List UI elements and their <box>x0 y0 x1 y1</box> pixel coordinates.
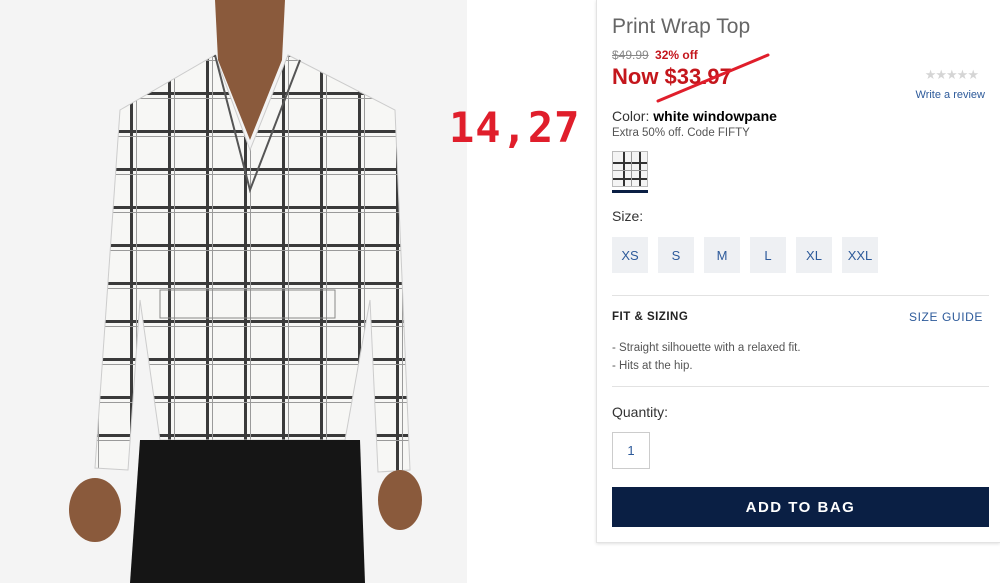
size-s-button[interactable]: S <box>658 237 694 273</box>
color-swatch[interactable] <box>612 151 648 187</box>
color-row: Color: white windowpane <box>612 108 777 124</box>
size-guide-link[interactable]: SIZE GUIDE <box>909 310 983 324</box>
add-to-bag-button[interactable]: ADD TO BAG <box>612 487 989 527</box>
fit-note: - Straight silhouette with a relaxed fit… <box>612 342 801 354</box>
write-review-link[interactable]: Write a review <box>916 89 985 101</box>
color-label: Color: <box>612 108 650 124</box>
quantity-label: Quantity: <box>612 404 669 420</box>
promo-text: Extra 50% off. Code FIFTY <box>612 127 750 139</box>
size-xs-button[interactable]: XS <box>612 237 648 273</box>
size-options: XS S M L XL XXL <box>612 237 878 273</box>
fit-notes: - Straight silhouette with a relaxed fit… <box>612 339 801 375</box>
quantity-select[interactable]: 1 <box>612 432 650 469</box>
handwritten-price-note: 14,27 <box>449 103 581 152</box>
size-label: Size: <box>612 208 644 224</box>
rating-stars-icon: ★★★★★ <box>924 67 979 82</box>
selected-swatch-indicator <box>612 190 648 193</box>
size-xl-button[interactable]: XL <box>796 237 832 273</box>
size-l-button[interactable]: L <box>750 237 786 273</box>
size-m-button[interactable]: M <box>704 237 740 273</box>
fit-note: - Hits at the hip. <box>612 360 693 372</box>
original-price: $49.99 <box>612 48 649 62</box>
product-photo <box>0 0 467 583</box>
price-strike-mark <box>656 53 770 103</box>
color-value: white windowpane <box>653 108 777 124</box>
product-title: Print Wrap Top <box>612 15 751 38</box>
plaid-swatch-icon <box>613 152 647 186</box>
fit-sizing-heading: FIT & SIZING <box>612 311 689 323</box>
divider <box>612 386 989 387</box>
product-details-panel: Print Wrap Top $49.99 32% off Now $33.97… <box>596 0 1000 543</box>
size-xxl-button[interactable]: XXL <box>842 237 878 273</box>
divider <box>612 295 989 296</box>
